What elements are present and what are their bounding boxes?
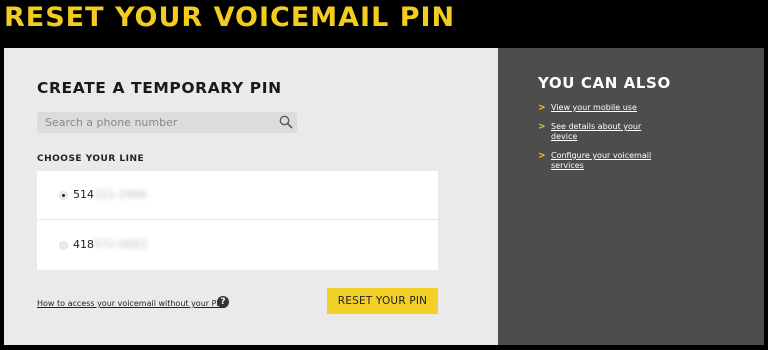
line-list: 514 521-2966 418 572-0693 [37,171,438,270]
voicemail-services-link[interactable]: Configure your voicemail services [551,151,668,171]
line-option-2[interactable]: 418 572-0693 [37,221,438,270]
line-number-prefix: 418 [73,238,94,251]
voicemail-access-help-link[interactable]: How to access your voicemail without you… [37,299,225,308]
phone-search-input[interactable] [37,112,273,133]
sidebar-item-device-details: > See details about your device [538,122,668,142]
line-number-prefix: 514 [73,188,94,201]
sidebar-links: > View your mobile use > See details abo… [538,103,668,180]
search-icon[interactable] [278,114,294,130]
form-title: CREATE A TEMPORARY PIN [37,79,282,97]
phone-search [37,112,297,133]
page-title: RESET YOUR VOICEMAIL PIN [4,2,456,33]
device-details-link[interactable]: See details about your device [551,122,668,142]
temporary-pin-panel: CREATE A TEMPORARY PIN CHOOSE YOUR LINE … [4,48,498,345]
main-frame: CREATE A TEMPORARY PIN CHOOSE YOUR LINE … [4,48,764,345]
line-number-masked: 572-0693 [94,238,147,251]
mobile-use-link[interactable]: View your mobile use [551,103,668,113]
sidebar-item-mobile-use: > View your mobile use [538,103,668,113]
question-icon[interactable]: ? [217,296,229,308]
chevron-right-icon: > [538,151,546,161]
sidebar: YOU CAN ALSO > View your mobile use > Se… [498,48,764,345]
reset-pin-button[interactable]: RESET YOUR PIN [327,288,438,314]
line-radio-1[interactable] [59,191,68,200]
chevron-right-icon: > [538,103,546,113]
sidebar-title: YOU CAN ALSO [538,74,671,92]
sidebar-item-voicemail-services: > Configure your voicemail services [538,151,668,171]
line-option-1[interactable]: 514 521-2966 [37,171,438,220]
choose-line-label: CHOOSE YOUR LINE [37,154,145,164]
line-number-masked: 521-2966 [94,188,147,201]
chevron-right-icon: > [538,122,546,132]
line-radio-2[interactable] [59,241,68,250]
